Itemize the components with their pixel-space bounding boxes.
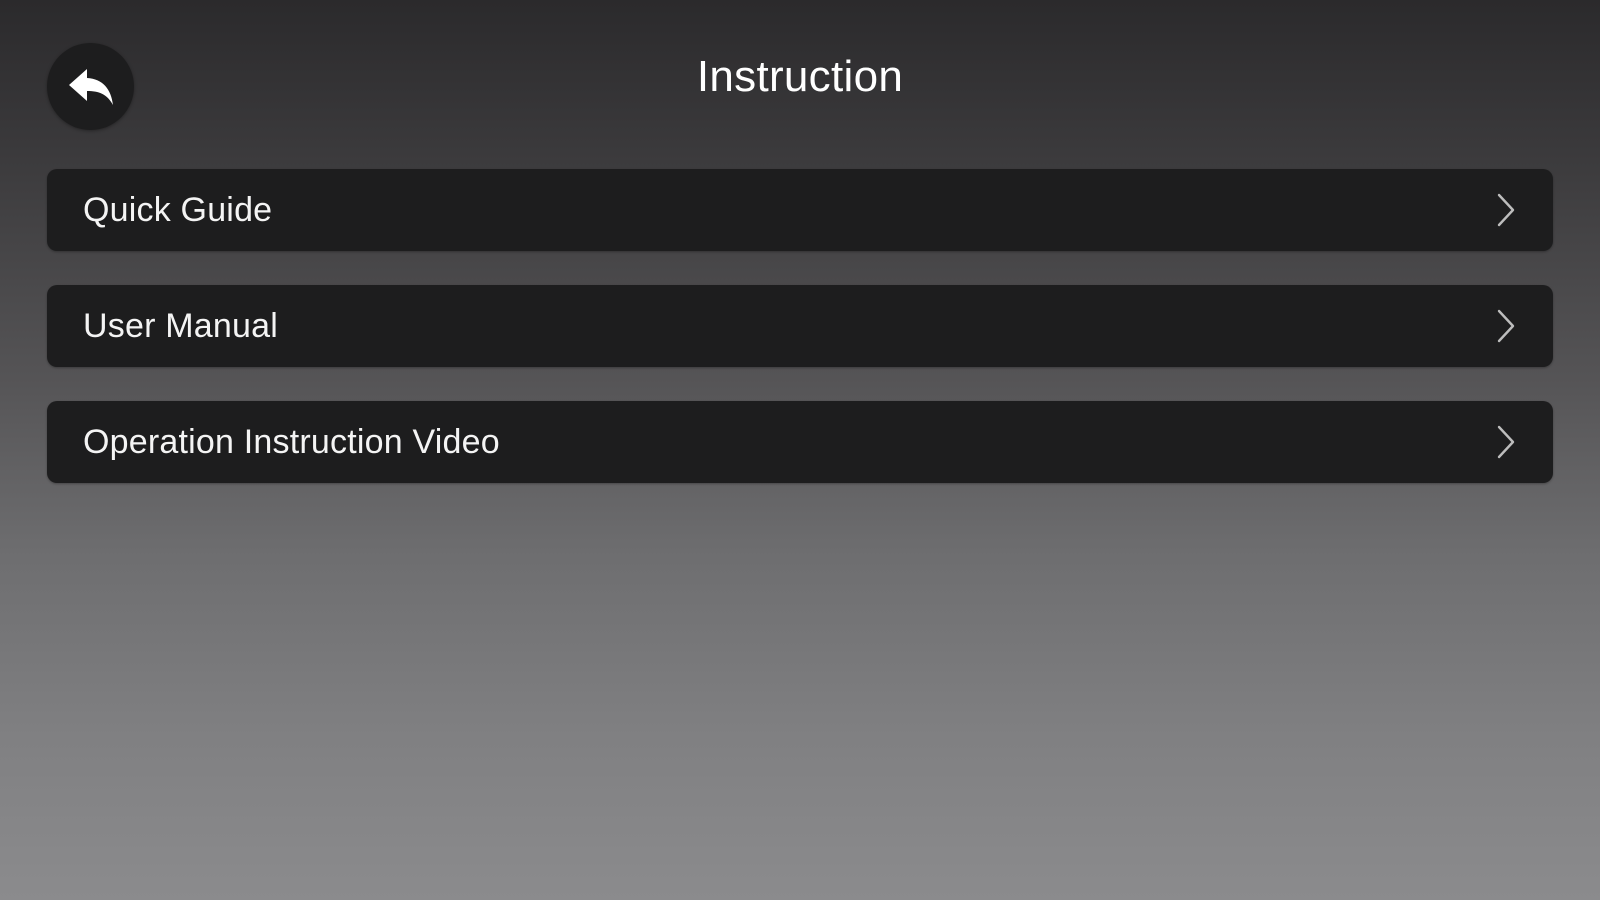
chevron-right-icon [1495,191,1517,229]
page-title: Instruction [696,52,904,101]
instruction-menu: Quick Guide User Manual Operation Instru… [47,169,1553,517]
chevron-right-icon [1495,423,1517,461]
chevron-right-icon [1495,307,1517,345]
menu-item-operation-instruction-video[interactable]: Operation Instruction Video [47,401,1553,483]
menu-item-user-manual[interactable]: User Manual [47,285,1553,367]
menu-item-label: User Manual [83,306,278,345]
menu-item-quick-guide[interactable]: Quick Guide [47,169,1553,251]
instruction-screen: Instruction Quick Guide User Manual Oper… [0,0,1600,900]
menu-item-label: Quick Guide [83,190,273,229]
menu-item-label: Operation Instruction Video [83,422,500,461]
